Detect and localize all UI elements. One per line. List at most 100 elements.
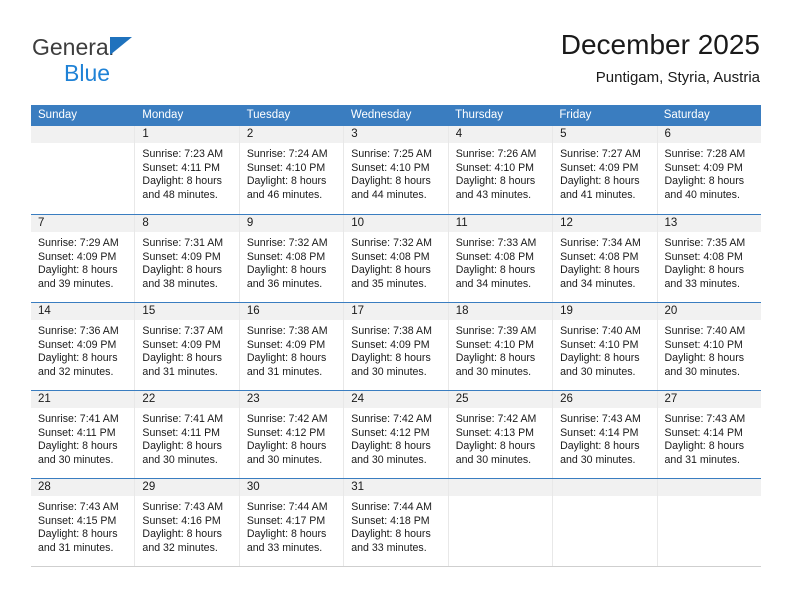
title-block: December 2025 Puntigam, Styria, Austria xyxy=(561,28,760,87)
day-number: 17 xyxy=(344,303,448,320)
day-number: 10 xyxy=(344,215,448,232)
daylight-text: Daylight: 8 hours xyxy=(560,264,640,277)
day-cell[interactable]: 18 Sunrise: 7:39 AM Sunset: 4:10 PM Dayligh… xyxy=(448,303,554,390)
day-details: Sunrise: 7:38 AM Sunset: 4:09 PM Daylight:… xyxy=(344,320,447,379)
day-details: Sunrise: 7:40 AM Sunset: 4:10 PM Daylight:… xyxy=(553,320,656,379)
daylight-text-cont: and 36 minutes. xyxy=(246,277,323,290)
sunrise-text: Sunrise: 7:29 AM xyxy=(38,237,119,249)
day-cell[interactable]: 1 Sunrise: 7:23 AM Sunset: 4:11 PM Daylight… xyxy=(135,126,240,214)
day-number: 28 xyxy=(31,479,135,496)
day-cell[interactable]: 21 Sunrise: 7:41 AM Sunset: 4:11 PM Dayligh… xyxy=(31,391,136,478)
day-cell[interactable]: 25 Sunrise: 7:42 AM Sunset: 4:13 PM Dayligh… xyxy=(448,391,554,478)
sunset-text: Sunset: 4:10 PM xyxy=(664,338,743,351)
day-cell[interactable]: 9 Sunrise: 7:32 AM Sunset: 4:08 PM Daylight… xyxy=(239,215,345,302)
sunrise-text: Sunrise: 7:38 AM xyxy=(351,325,432,337)
day-cell[interactable]: 10 Sunrise: 7:32 AM Sunset: 4:08 PM Dayligh… xyxy=(344,215,449,302)
day-cell-empty xyxy=(448,479,554,566)
daylight-text: Daylight: 8 hours xyxy=(38,264,118,277)
weekday-header-friday: Friday xyxy=(559,109,592,121)
day-cell[interactable]: 7 Sunrise: 7:29 AM Sunset: 4:09 PM Daylight… xyxy=(31,215,136,302)
day-cell[interactable]: 29 Sunrise: 7:43 AM Sunset: 4:16 PM Dayligh… xyxy=(135,479,240,566)
day-cell[interactable]: 30 Sunrise: 7:44 AM Sunset: 4:17 PM Dayligh… xyxy=(239,479,345,566)
weekday-header-sunday: Sunday xyxy=(38,109,78,121)
sunrise-text: Sunrise: 7:44 AM xyxy=(351,501,432,513)
logo-top-row: General xyxy=(32,34,252,60)
day-number: 24 xyxy=(344,391,448,408)
day-cell[interactable]: 28 Sunrise: 7:43 AM Sunset: 4:15 PM Dayligh… xyxy=(31,479,136,566)
day-details: Sunrise: 7:28 AM Sunset: 4:09 PM Daylight:… xyxy=(658,143,761,202)
day-number: 20 xyxy=(657,303,761,320)
day-cell[interactable]: 12 Sunrise: 7:34 AM Sunset: 4:08 PM Dayligh… xyxy=(553,215,658,302)
day-details: Sunrise: 7:38 AM Sunset: 4:09 PM Daylight:… xyxy=(240,320,343,379)
day-details: Sunrise: 7:42 AM Sunset: 4:13 PM Daylight:… xyxy=(449,408,552,467)
daylight-text: Daylight: 8 hours xyxy=(560,440,640,453)
daylight-text: Daylight: 8 hours xyxy=(664,352,745,365)
day-details: Sunrise: 7:27 AM Sunset: 4:09 PM Daylight:… xyxy=(553,143,656,202)
day-cell[interactable]: 26 Sunrise: 7:43 AM Sunset: 4:14 PM Dayligh… xyxy=(553,391,658,478)
sunset-text: Sunset: 4:09 PM xyxy=(560,161,639,174)
day-cell[interactable]: 15 Sunrise: 7:37 AM Sunset: 4:09 PM Dayligh… xyxy=(135,303,240,390)
day-cell[interactable]: 20 Sunrise: 7:40 AM Sunset: 4:10 PM Dayligh… xyxy=(657,303,761,390)
grid-bottom-border xyxy=(31,566,761,567)
logo-text-general: General xyxy=(32,34,114,60)
sunset-text: Sunset: 4:12 PM xyxy=(246,426,326,439)
day-cell[interactable]: 17 Sunrise: 7:38 AM Sunset: 4:09 PM Dayligh… xyxy=(344,303,449,390)
day-cell[interactable]: 8 Sunrise: 7:31 AM Sunset: 4:09 PM Daylight… xyxy=(135,215,240,302)
day-number: 7 xyxy=(31,215,135,232)
day-cell[interactable]: 6 Sunrise: 7:28 AM Sunset: 4:09 PM Daylight… xyxy=(657,126,761,214)
day-number: 23 xyxy=(239,391,344,408)
sunset-text: Sunset: 4:18 PM xyxy=(351,514,430,527)
day-details: Sunrise: 7:43 AM Sunset: 4:14 PM Daylight:… xyxy=(553,408,656,467)
daylight-text: Daylight: 8 hours xyxy=(351,175,431,188)
day-details: Sunrise: 7:40 AM Sunset: 4:10 PM Daylight:… xyxy=(658,320,761,379)
daylight-text-cont: and 30 minutes. xyxy=(455,365,532,378)
week-row: 14 Sunrise: 7:36 AM Sunset: 4:09 PM Dayligh… xyxy=(31,302,761,390)
daylight-text-cont: and 40 minutes. xyxy=(664,188,740,201)
day-number xyxy=(31,126,135,143)
sunrise-text: Sunrise: 7:42 AM xyxy=(351,413,432,425)
day-details: Sunrise: 7:32 AM Sunset: 4:08 PM Daylight:… xyxy=(344,232,447,291)
daylight-text: Daylight: 8 hours xyxy=(664,264,745,277)
calendar-weeks: 1 Sunrise: 7:23 AM Sunset: 4:11 PM Daylight… xyxy=(31,126,761,566)
daylight-text: Daylight: 8 hours xyxy=(38,528,118,541)
day-cell[interactable]: 14 Sunrise: 7:36 AM Sunset: 4:09 PM Dayligh… xyxy=(31,303,136,390)
sunrise-text: Sunrise: 7:32 AM xyxy=(351,237,432,249)
day-number: 22 xyxy=(135,391,239,408)
day-cell[interactable]: 2 Sunrise: 7:24 AM Sunset: 4:10 PM Daylight… xyxy=(239,126,345,214)
day-cell[interactable]: 16 Sunrise: 7:38 AM Sunset: 4:09 PM Dayligh… xyxy=(239,303,345,390)
day-cell[interactable]: 22 Sunrise: 7:41 AM Sunset: 4:11 PM Dayligh… xyxy=(135,391,240,478)
sunset-text: Sunset: 4:10 PM xyxy=(246,161,326,174)
weekday-header-saturday: Saturday xyxy=(663,109,710,121)
day-cell[interactable]: 5 Sunrise: 7:27 AM Sunset: 4:09 PM Daylight… xyxy=(553,126,658,214)
sunset-text: Sunset: 4:10 PM xyxy=(351,161,430,174)
sunrise-text: Sunrise: 7:43 AM xyxy=(142,501,224,513)
sunset-text: Sunset: 4:09 PM xyxy=(142,250,221,263)
daylight-text-cont: and 38 minutes. xyxy=(142,277,218,290)
daylight-text: Daylight: 8 hours xyxy=(455,264,536,277)
weekday-header-row: Sunday Monday Tuesday Wednesday Thursday Frid… xyxy=(31,105,761,126)
day-cell[interactable]: 27 Sunrise: 7:43 AM Sunset: 4:14 PM Dayligh… xyxy=(657,391,761,478)
day-cell[interactable]: 4 Sunrise: 7:26 AM Sunset: 4:10 PM Daylight… xyxy=(448,126,554,214)
sunset-text: Sunset: 4:11 PM xyxy=(142,426,220,439)
day-number: 5 xyxy=(553,126,657,143)
daylight-text-cont: and 30 minutes. xyxy=(664,365,740,378)
day-cell[interactable]: 11 Sunrise: 7:33 AM Sunset: 4:08 PM Dayligh… xyxy=(448,215,554,302)
day-cell[interactable]: 19 Sunrise: 7:40 AM Sunset: 4:10 PM Dayligh… xyxy=(553,303,658,390)
daylight-text-cont: and 30 minutes. xyxy=(246,453,323,466)
daylight-text: Daylight: 8 hours xyxy=(246,440,327,453)
sunrise-text: Sunrise: 7:37 AM xyxy=(142,325,224,337)
day-number xyxy=(553,479,657,496)
sunrise-text: Sunrise: 7:28 AM xyxy=(664,148,746,160)
sunset-text: Sunset: 4:14 PM xyxy=(664,426,743,439)
triangle-icon xyxy=(110,37,132,55)
sunset-text: Sunset: 4:11 PM xyxy=(142,161,220,174)
day-cell[interactable]: 31 Sunrise: 7:44 AM Sunset: 4:18 PM Dayligh… xyxy=(344,479,449,566)
day-cell[interactable]: 3 Sunrise: 7:25 AM Sunset: 4:10 PM Daylight… xyxy=(344,126,449,214)
daylight-text-cont: and 30 minutes. xyxy=(38,453,114,466)
day-cell[interactable]: 24 Sunrise: 7:42 AM Sunset: 4:12 PM Dayligh… xyxy=(344,391,449,478)
day-cell[interactable]: 23 Sunrise: 7:42 AM Sunset: 4:12 PM Dayligh… xyxy=(239,391,345,478)
day-number: 18 xyxy=(448,303,553,320)
daylight-text: Daylight: 8 hours xyxy=(455,175,536,188)
weekday-header-thursday: Thursday xyxy=(455,109,504,121)
day-cell[interactable]: 13 Sunrise: 7:35 AM Sunset: 4:08 PM Dayligh… xyxy=(657,215,761,302)
